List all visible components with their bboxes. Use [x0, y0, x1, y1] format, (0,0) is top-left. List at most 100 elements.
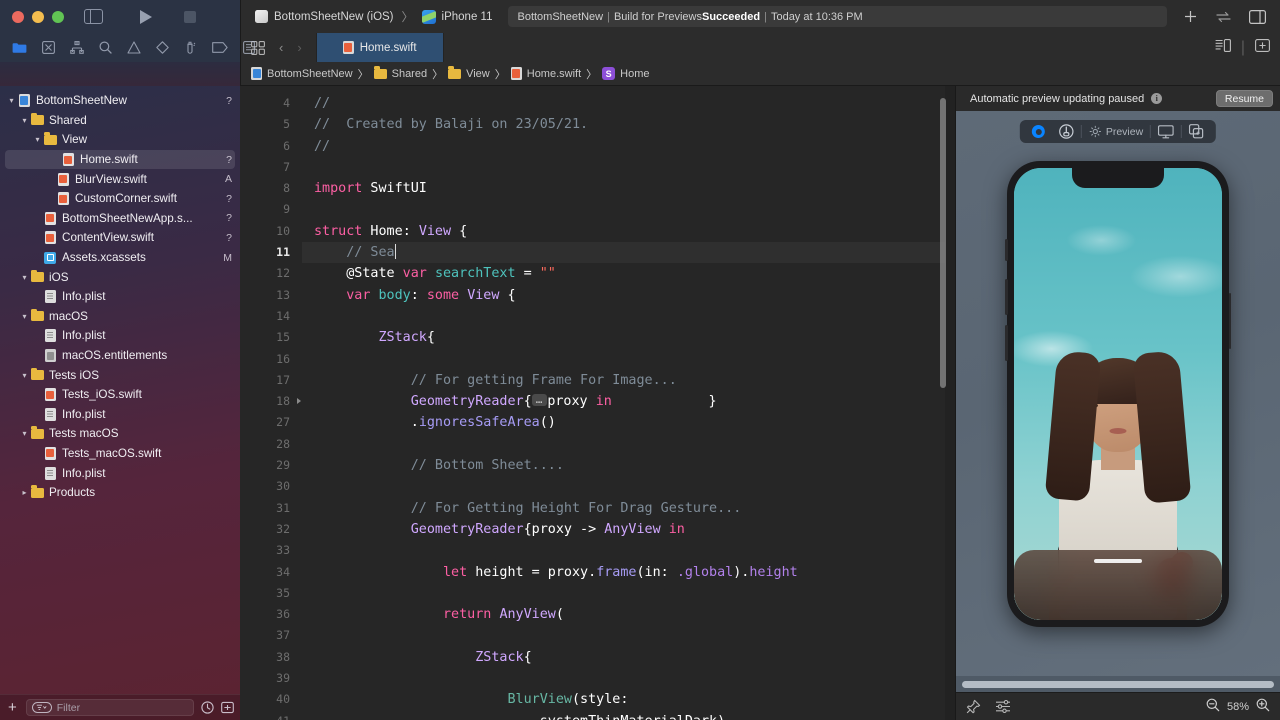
file-tree-row[interactable]: BlurView.swift A	[0, 169, 240, 189]
code-line[interactable]: var body: some View {	[302, 285, 955, 306]
line-number[interactable]: 16	[240, 349, 302, 370]
live-preview-icon[interactable]	[1025, 120, 1052, 143]
filter-scm-icon[interactable]	[221, 701, 234, 714]
minimap-icon[interactable]	[1215, 38, 1231, 57]
close-button[interactable]	[12, 10, 24, 23]
line-number[interactable]: 14	[240, 306, 302, 327]
preview-stage[interactable]: Preview	[956, 111, 1280, 676]
add-file-button[interactable]: +	[6, 700, 19, 715]
iphone-device-frame[interactable]	[1005, 161, 1231, 627]
file-tree-row[interactable]: ▾ iOS	[0, 267, 240, 287]
code-line[interactable]	[302, 434, 955, 455]
code-line[interactable]	[302, 349, 955, 370]
toggle-navigator-button[interactable]	[84, 9, 103, 24]
chevron-down-icon[interactable]: ▾	[6, 96, 17, 105]
report-icon[interactable]	[243, 41, 255, 54]
scrollbar-thumb[interactable]	[962, 680, 1274, 688]
line-number[interactable]: 15	[240, 327, 302, 348]
line-number[interactable]: 31	[240, 498, 302, 519]
code-line[interactable]: // Bottom Sheet....	[302, 455, 955, 476]
code-line[interactable]: // For getting Frame For Image...	[302, 370, 955, 391]
line-number[interactable]: 6	[240, 136, 302, 157]
file-tree-row[interactable]: ▾ Tests iOS	[0, 365, 240, 385]
breadcrumb-item-file[interactable]: Home.swift	[510, 67, 581, 80]
code-line[interactable]	[302, 306, 955, 327]
line-number[interactable]: 28	[240, 434, 302, 455]
file-tree-row[interactable]: BottomSheetNewApp.s...?	[0, 209, 240, 229]
code-line[interactable]: return AnyView(	[302, 604, 955, 625]
assistant-icon[interactable]	[1255, 38, 1270, 57]
zoom-in-icon[interactable]	[1256, 698, 1270, 715]
line-number[interactable]: 10	[240, 221, 302, 242]
code-line[interactable]: .ignoresSafeArea()	[302, 412, 955, 433]
bottom-sheet[interactable]	[1014, 550, 1222, 620]
chevron-down-icon[interactable]: ▾	[19, 312, 30, 321]
source-editor[interactable]: 4 5 6 7 8 9 10 11 12 13 14 15 16 17 18 27 28 29 30 31 32 33 34…	[240, 86, 955, 720]
code-line[interactable]: // For Getting Height For Drag Gesture..…	[302, 498, 955, 519]
code-line[interactable]: // Sea	[302, 242, 955, 264]
code-line[interactable]: BlurView(style:	[302, 689, 955, 710]
code-line[interactable]: // Created by Balaji on 23/05/21.	[302, 114, 955, 135]
file-tree-row[interactable]: ContentView.swift?	[0, 228, 240, 248]
maximize-button[interactable]	[52, 10, 64, 23]
file-tree-row[interactable]: ▾ View	[0, 130, 240, 150]
test-icon[interactable]	[156, 41, 169, 54]
code-line[interactable]	[302, 583, 955, 604]
resume-button[interactable]: Resume	[1215, 90, 1273, 107]
file-tree-row[interactable]: Info.plist	[0, 287, 240, 307]
line-number[interactable]: 34	[240, 562, 302, 583]
line-number[interactable]: 33	[240, 540, 302, 561]
search-icon[interactable]	[99, 41, 112, 54]
code-line[interactable]	[302, 625, 955, 646]
chevron-right-icon[interactable]: ▸	[19, 488, 30, 497]
breadcrumb-item-view[interactable]: View	[448, 66, 490, 80]
preview-horizontal-scrollbar[interactable]	[956, 676, 1280, 692]
file-tree-row[interactable]: Info.plist	[0, 326, 240, 346]
plus-icon[interactable]	[1183, 9, 1198, 24]
info-icon[interactable]: i	[1151, 93, 1163, 104]
scheme-selector[interactable]: BottomSheetNew (iOS) 〉 iPhone 11	[255, 8, 492, 25]
preview-settings-sliders-icon[interactable]	[995, 700, 1011, 713]
back-button[interactable]: ‹	[279, 40, 283, 55]
warning-icon[interactable]	[127, 41, 141, 54]
code-line[interactable]: import SwiftUI	[302, 178, 955, 199]
file-tree-row[interactable]: Info.plist	[0, 463, 240, 483]
breadcrumb-item-symbol[interactable]: S Home	[602, 67, 650, 80]
chevron-down-icon[interactable]: ▾	[19, 371, 30, 380]
line-number[interactable]: 8	[240, 178, 302, 199]
line-number[interactable]: 13	[240, 285, 302, 306]
line-number[interactable]: 37	[240, 625, 302, 646]
fold-arrow-icon[interactable]	[297, 398, 301, 405]
filter-options-icon[interactable]	[31, 702, 52, 713]
line-number[interactable]: 40	[240, 689, 302, 710]
minimize-button[interactable]	[32, 10, 44, 23]
line-number[interactable]: 41	[240, 711, 302, 720]
breakpoint-icon[interactable]	[212, 42, 228, 53]
source-control-icon[interactable]	[42, 41, 55, 54]
code-line[interactable]: @State var searchText = ""	[302, 263, 955, 284]
code-line[interactable]: ZStack{	[302, 327, 955, 348]
code-line[interactable]	[302, 668, 955, 689]
device-icon[interactable]	[1151, 120, 1181, 143]
device-screen[interactable]	[1014, 168, 1222, 620]
breadcrumb-item-shared[interactable]: Shared	[373, 66, 427, 80]
line-number[interactable]: 29	[240, 455, 302, 476]
drag-handle[interactable]	[1094, 559, 1142, 563]
file-tree-row[interactable]: ▾ Tests macOS	[0, 424, 240, 444]
editor-scrollbar[interactable]	[940, 98, 946, 388]
file-tree-row[interactable]: ▾ macOS	[0, 307, 240, 327]
line-number[interactable]: 7	[240, 157, 302, 178]
window-controls[interactable]	[12, 10, 64, 23]
folder-icon[interactable]	[12, 42, 27, 54]
file-tree-row[interactable]: ▸ Products	[0, 483, 240, 503]
activity-status-bar[interactable]: BottomSheetNew | Build for Previews Succ…	[508, 6, 1167, 27]
line-number[interactable]: 38	[240, 647, 302, 668]
tab-home-swift[interactable]: Home.swift	[315, 33, 444, 62]
file-tree-row[interactable]: CustomCorner.swift?	[0, 189, 240, 209]
run-button[interactable]	[140, 9, 152, 24]
selectable-preview-icon[interactable]	[1052, 120, 1081, 143]
code-area[interactable]: // // Created by Balaji on 23/05/21. // imp…	[302, 86, 955, 720]
filter-input[interactable]: Filter	[25, 699, 194, 716]
swap-icon[interactable]	[1215, 10, 1232, 24]
pin-icon[interactable]	[966, 699, 981, 714]
